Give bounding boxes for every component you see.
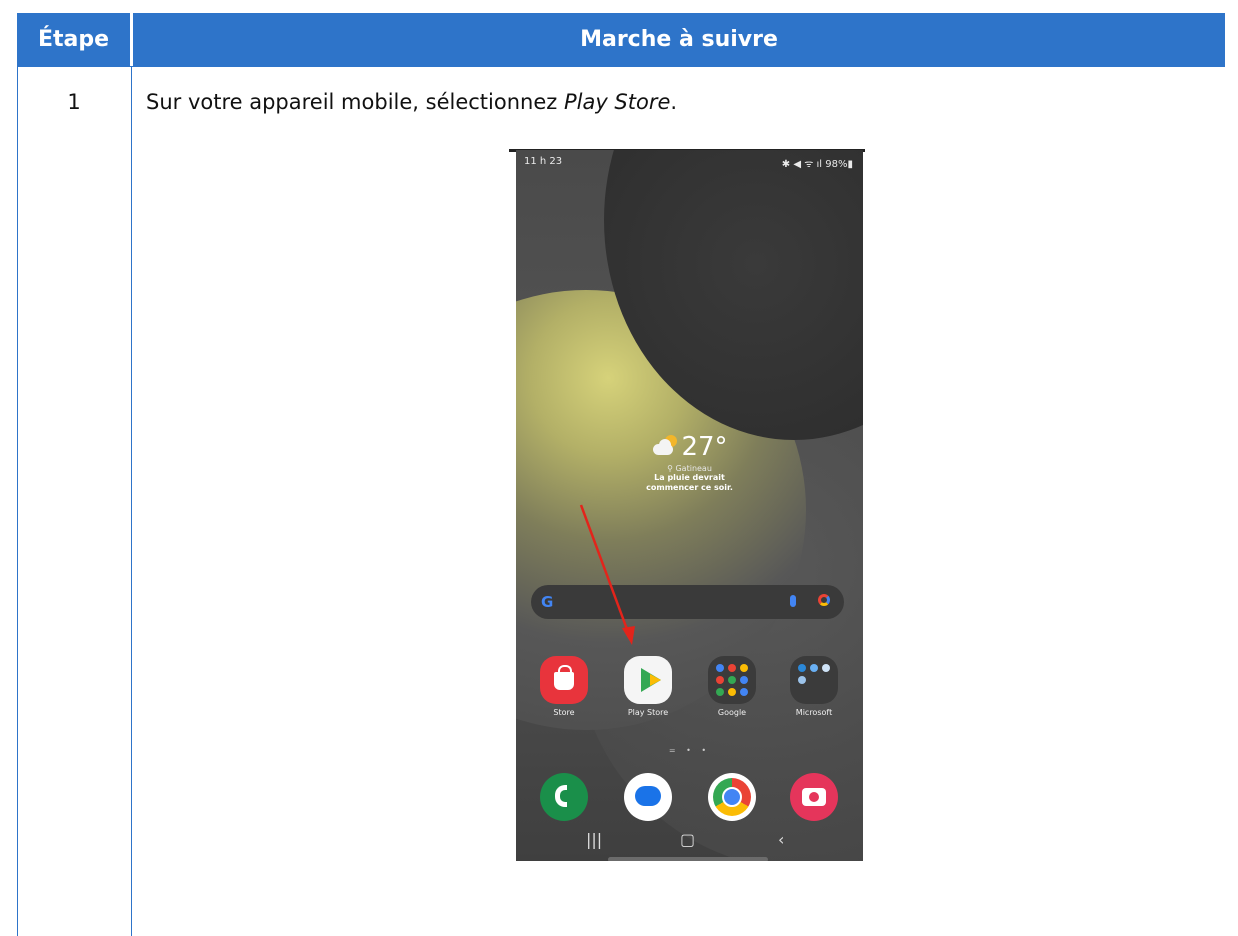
partly-cloudy-icon <box>651 435 678 455</box>
header-procedure: Marche à suivre <box>133 13 1225 66</box>
weather-forecast-line2: commencer ce soir. <box>646 483 733 492</box>
weather-temperature: 27° <box>681 432 728 462</box>
google-lens-icon[interactable] <box>818 594 830 606</box>
app-play-store[interactable]: Play Store <box>618 656 678 717</box>
weather-city: ⚲ Gatineau <box>667 464 712 473</box>
dock-messages[interactable] <box>618 773 678 821</box>
header-step: Étape <box>17 13 130 66</box>
camera-icon <box>790 773 838 821</box>
app-label-store: Store <box>553 708 575 717</box>
dock-camera[interactable] <box>784 773 844 821</box>
instruction-end: . <box>670 90 678 114</box>
app-label-play-store: Play Store <box>627 708 669 717</box>
dock-chrome[interactable] <box>702 773 762 821</box>
status-icons: ✱ ◀ ᯤ ıl 98%▮ <box>781 159 853 170</box>
chrome-icon <box>708 773 756 821</box>
instruction-app-name: Play Store <box>563 90 671 114</box>
app-store[interactable]: Store <box>534 656 594 717</box>
instruction-text: Sur votre appareil mobile, sélectionnez <box>146 90 564 114</box>
dock-phone[interactable] <box>534 773 594 821</box>
google-logo-icon: G <box>541 593 554 611</box>
recents-button[interactable]: ||| <box>586 830 602 849</box>
step-number: 1 <box>67 90 81 114</box>
weather-widget[interactable]: 27° ⚲ Gatineau La pluie devrait commence… <box>516 432 863 493</box>
google-folder-icon <box>708 656 756 704</box>
play-store-icon <box>624 656 672 704</box>
phone-call-icon <box>540 773 588 821</box>
navigation-bar: ||| ▢ ‹ <box>516 830 863 860</box>
microsoft-folder-icon <box>790 656 838 704</box>
app-label-google: Google <box>717 708 747 717</box>
back-button[interactable]: ‹ <box>778 830 784 849</box>
phone-screenshot: 11 h 23 ✱ ◀ ᯤ ıl 98%▮ 27° ⚲ Gatineau La … <box>516 150 863 861</box>
google-search-bar[interactable]: G <box>531 585 844 619</box>
status-time: 11 h 23 <box>524 156 563 167</box>
weather-forecast-line1: La pluie devrait <box>654 473 725 482</box>
messages-icon <box>624 773 672 821</box>
page-indicator: = • • <box>668 746 711 755</box>
shopping-bag-icon <box>540 656 588 704</box>
microphone-icon[interactable] <box>790 595 796 607</box>
gesture-handle <box>608 857 768 861</box>
app-label-microsoft: Microsoft <box>795 708 833 717</box>
table-border-middle <box>131 66 132 936</box>
home-button[interactable]: ▢ <box>680 830 695 849</box>
table-border-left <box>17 66 18 936</box>
step-instruction: Sur votre appareil mobile, sélectionnez … <box>146 90 677 114</box>
app-folder-microsoft[interactable]: Microsoft <box>784 656 844 717</box>
app-folder-google[interactable]: Google <box>702 656 762 717</box>
row-divider <box>17 66 1225 67</box>
